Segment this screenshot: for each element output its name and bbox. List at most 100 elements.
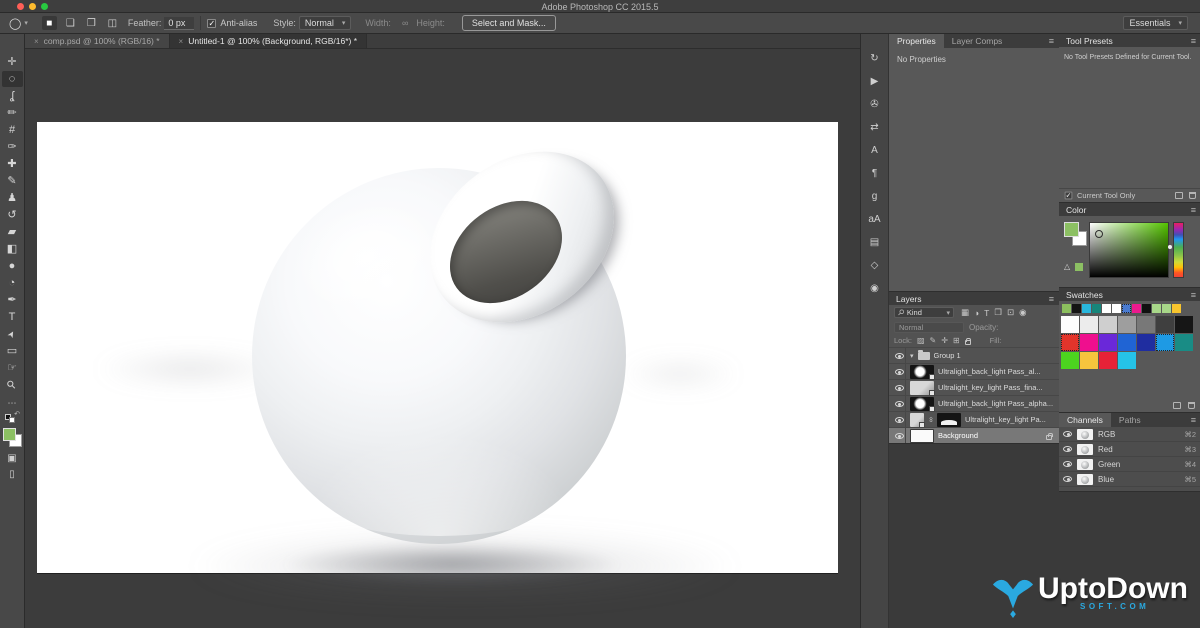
color-swatch[interactable] — [1137, 334, 1155, 351]
layer-thumbnail[interactable] — [910, 413, 924, 427]
move-tool[interactable]: ✛ — [2, 54, 23, 70]
visibility-eye-icon[interactable] — [1063, 476, 1072, 482]
hue-slider-handle[interactable] — [1168, 245, 1172, 249]
visibility-cell[interactable] — [893, 364, 906, 379]
edit-toolbar-icon[interactable]: ⋯ — [8, 398, 17, 409]
hue-slider[interactable] — [1173, 222, 1184, 278]
canvas-pasteboard[interactable] — [25, 49, 860, 628]
gamut-warning-icon[interactable]: △ — [1064, 262, 1070, 271]
visibility-eye-icon[interactable] — [1063, 461, 1072, 467]
recent-swatch[interactable] — [1122, 304, 1131, 313]
path-selection-tool[interactable]: ➤ — [2, 326, 23, 342]
panel-menu-icon[interactable]: ≡ — [1191, 36, 1196, 46]
document-tab-2[interactable]: ×Untitled-1 @ 100% (Background, RGB/16*)… — [170, 34, 367, 48]
rectangle-tool[interactable]: ▭ — [2, 343, 23, 359]
crop-tool[interactable]: # — [2, 122, 23, 138]
layer-thumbnail[interactable] — [910, 365, 934, 379]
tool-preset-picker[interactable]: ◯ ▾ — [9, 17, 28, 30]
recent-swatch[interactable] — [1152, 304, 1161, 313]
panel-menu-icon[interactable]: ≡ — [1049, 36, 1054, 46]
elliptical-marquee-tool[interactable]: ◌ — [2, 71, 23, 87]
layer-thumbnail[interactable] — [910, 429, 934, 443]
type-tool[interactable]: T — [2, 309, 23, 325]
panel-menu-icon[interactable]: ≡ — [1191, 205, 1196, 215]
color-swatch[interactable] — [1080, 316, 1098, 333]
lock-transparency-icon[interactable]: ▨ — [917, 336, 925, 345]
blur-tool[interactable]: ● — [2, 258, 23, 274]
recent-swatch[interactable] — [1072, 304, 1081, 313]
color-swatch[interactable] — [1156, 334, 1174, 351]
brush-tool[interactable]: ✎ — [2, 173, 23, 189]
workspace-switcher[interactable]: Essentials ▾ — [1123, 16, 1188, 30]
select-and-mask-button[interactable]: Select and Mask... — [462, 15, 556, 31]
style-dropdown[interactable]: Normal ▾ — [299, 16, 352, 30]
color-swatch[interactable] — [1061, 352, 1079, 369]
visibility-eye-icon[interactable] — [895, 433, 904, 439]
actions-icon[interactable]: ▶ — [865, 73, 885, 90]
properties-tab-properties[interactable]: Properties — [889, 34, 944, 48]
feather-input[interactable]: 0 px — [164, 17, 194, 30]
history-brush-tool[interactable]: ↺ — [2, 207, 23, 223]
panel-menu-icon[interactable]: ≡ — [1049, 294, 1054, 304]
libraries-icon[interactable]: ▤ — [865, 234, 885, 251]
hand-tool[interactable]: ☞ — [2, 360, 23, 376]
properties-tab-layer-comps[interactable]: Layer Comps — [944, 34, 1011, 48]
channel-row-rgb[interactable]: RGB⌘2 — [1059, 427, 1200, 442]
layer-thumbnail[interactable] — [910, 397, 934, 411]
document-tab-1[interactable]: ×comp.psd @ 100% (RGB/16) * — [25, 34, 170, 48]
lasso-tool[interactable]: ʆ — [2, 88, 23, 104]
panel-menu-icon[interactable]: ≡ — [1191, 415, 1196, 425]
recent-swatch[interactable] — [1062, 304, 1071, 313]
layer-row[interactable]: Ultralight_back_light Pass_al... — [889, 363, 1059, 379]
character-styles-icon[interactable]: aA — [865, 211, 885, 228]
visibility-cell[interactable] — [893, 428, 906, 443]
new-selection-button[interactable]: ■ — [42, 16, 57, 30]
channel-row-green[interactable]: Green⌘4 — [1059, 457, 1200, 472]
screen-mode-button[interactable]: ▯ — [9, 469, 15, 480]
layer-thumbnail[interactable] — [910, 381, 934, 395]
layer-row[interactable]: ∞Ultralight_key_light Pa... — [889, 411, 1059, 427]
recent-swatch[interactable] — [1102, 304, 1111, 313]
foreground-color-swatch[interactable] — [3, 428, 16, 441]
visibility-eye-icon[interactable] — [895, 353, 904, 359]
gamut-warning-swatch[interactable] — [1075, 263, 1083, 271]
recent-swatch[interactable] — [1132, 304, 1141, 313]
quick-mask-button[interactable]: ▣ — [7, 453, 16, 464]
recent-swatch[interactable] — [1162, 304, 1171, 313]
lock-position-icon[interactable]: ✛ — [941, 336, 948, 345]
color-swatch[interactable] — [1099, 334, 1117, 351]
visibility-eye-icon[interactable] — [895, 385, 904, 391]
visibility-eye-icon[interactable] — [895, 417, 904, 423]
color-swatch[interactable] — [1099, 352, 1117, 369]
close-tab-icon[interactable]: × — [34, 37, 39, 46]
layer-row[interactable]: Background — [889, 427, 1059, 443]
recent-swatch[interactable] — [1082, 304, 1091, 313]
color-swatch[interactable] — [1099, 316, 1117, 333]
visibility-cell[interactable] — [893, 348, 906, 363]
color-swatch[interactable] — [1118, 352, 1136, 369]
channels-tab-paths[interactable]: Paths — [1111, 413, 1149, 427]
new-preset-icon[interactable] — [1175, 192, 1183, 199]
layer-mask-thumbnail[interactable] — [937, 413, 961, 427]
foreground-color-swatch[interactable] — [1064, 222, 1079, 237]
clone-source-icon[interactable]: ⇄ — [865, 119, 885, 136]
color-swatch[interactable] — [1137, 316, 1155, 333]
pen-tool[interactable]: ✒ — [2, 292, 23, 308]
recent-swatch[interactable] — [1092, 304, 1101, 313]
trash-icon[interactable] — [1189, 192, 1196, 199]
color-swatch[interactable] — [1156, 316, 1174, 333]
history-icon[interactable]: ↻ — [865, 50, 885, 67]
layer-filter-kind-dropdown[interactable]: ⚲ Kind ▾ — [894, 307, 954, 318]
quick-selection-tool[interactable]: ✏ — [2, 105, 23, 121]
filter-shape-layers-icon[interactable]: ❒ — [994, 307, 1002, 318]
visibility-eye-icon[interactable] — [895, 401, 904, 407]
current-tool-only-checkbox[interactable]: ✓ — [1065, 192, 1073, 200]
anti-alias-checkbox[interactable]: ✓ — [207, 19, 216, 28]
lock-artboard-icon[interactable]: ⊞ — [953, 336, 960, 345]
layer-row[interactable]: Ultralight_key_light Pass_fina... — [889, 379, 1059, 395]
3d-icon[interactable]: ◇ — [865, 257, 885, 274]
channels-tab-channels[interactable]: Channels — [1059, 413, 1111, 427]
filter-smart-objects-icon[interactable]: ⊡ — [1007, 307, 1014, 318]
visibility-eye-icon[interactable] — [1063, 446, 1072, 452]
filter-pixel-layers-icon[interactable]: ▦ — [961, 307, 969, 318]
